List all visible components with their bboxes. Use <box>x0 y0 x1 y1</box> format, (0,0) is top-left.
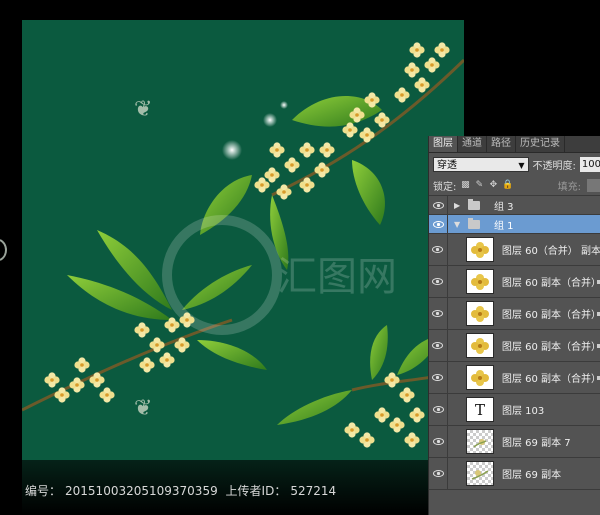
layer-name: 组 3 <box>494 201 514 213</box>
layer-thumbnail <box>466 461 494 486</box>
layer-name: 图层 103 <box>502 406 545 417</box>
folder-icon <box>468 217 480 229</box>
lock-label: 锁定: <box>433 181 457 193</box>
layer-name: 图层 69 副本 7 <box>502 438 571 449</box>
tab-history[interactable]: 历史记录 <box>516 136 565 152</box>
layer-thumbnail <box>465 333 494 358</box>
panel-tabs: 图层 通道 路径 历史记录 <box>429 136 600 153</box>
layer-row[interactable]: 图层 69 副本 <box>429 458 600 490</box>
layer-row[interactable]: 图层 60 副本（合并） <box>429 330 600 362</box>
layer-group-3[interactable]: ▶ 组 3 <box>429 196 600 215</box>
layer-name: 图层 69 副本 <box>502 470 562 481</box>
tab-paths[interactable]: 路径 <box>487 136 516 152</box>
lock-brush-icon[interactable]: ✎ <box>474 180 484 190</box>
layer-group-1[interactable]: ▼ 组 1 <box>429 215 600 234</box>
layer-thumbnail <box>465 365 494 390</box>
layer-thumbnail <box>465 269 494 294</box>
fill-label: 填充: <box>557 181 581 193</box>
layer-name: 图层 60（合并） 副本 <box>501 246 600 257</box>
layer-row[interactable]: 图层 60 副本（合并） <box>429 298 600 330</box>
lock-all-icon[interactable]: 🔒 <box>502 180 513 190</box>
tab-layers[interactable]: 图层 <box>429 136 458 152</box>
visibility-eye-icon[interactable] <box>429 458 448 489</box>
blend-mode-select[interactable]: 穿透 ▼ <box>433 156 529 172</box>
expanded-arrow-icon[interactable]: ▼ <box>454 220 462 229</box>
layer-thumbnail <box>466 429 494 454</box>
layer-row[interactable]: 图层 60 副本（合并） <box>429 362 600 394</box>
layer-name: 图层 60 副本（合并） <box>501 310 600 321</box>
dropdown-arrow-icon: ▼ <box>518 160 525 170</box>
layer-name: 图层 60 副本（合并） <box>501 278 600 289</box>
layer-row[interactable]: 图层 60 副本（合并） <box>429 266 600 298</box>
image-caption: 编号： 20151003205109370359 上传者ID： 527214 <box>25 482 340 499</box>
opacity-input[interactable]: 100 <box>579 156 600 172</box>
osmanthus-illustration: 汇图网 ❦ ❦ <box>22 42 464 448</box>
visibility-eye-icon[interactable] <box>429 196 448 214</box>
tab-channels[interactable]: 通道 <box>458 136 487 152</box>
lock-transparency-icon[interactable]: ▩ <box>460 180 470 190</box>
layer-name: 图层 60 副本（合并） <box>501 342 600 353</box>
blend-row: 穿透 ▼ 不透明度: 100 <box>429 153 600 175</box>
visibility-eye-icon[interactable] <box>429 426 448 457</box>
opacity-label: 不透明度: <box>532 160 576 172</box>
lock-move-icon[interactable]: ✥ <box>488 180 498 190</box>
folder-icon <box>468 198 480 210</box>
layer-row[interactable]: 图层 60（合并） 副本 <box>429 234 600 266</box>
visibility-eye-icon[interactable] <box>429 330 448 361</box>
caption-uploader-label: 上传者ID： <box>225 484 287 498</box>
layer-name: 图层 60 副本（合并） <box>501 374 600 385</box>
visibility-eye-icon[interactable] <box>429 362 448 393</box>
visibility-eye-icon[interactable] <box>429 394 448 425</box>
left-edge-ornament <box>0 238 8 262</box>
collapsed-arrow-icon[interactable]: ▶ <box>454 201 462 210</box>
layers-panel: 图层 通道 路径 历史记录 穿透 ▼ 不透明度: 100 锁定: ▩ ✎ ✥ 🔒… <box>428 136 600 515</box>
svg-text:❦: ❦ <box>134 396 152 421</box>
caption-id-value: 20151003205109370359 <box>65 484 218 498</box>
caption-uploader-value: 527214 <box>290 484 337 498</box>
layer-list: ▶ 组 3 ▼ 组 1 图层 60（合并） 副本 图层 60 副本（合并） 图层… <box>429 196 600 490</box>
svg-text:❦: ❦ <box>134 97 152 122</box>
visibility-eye-icon[interactable] <box>429 298 448 329</box>
lock-row: 锁定: ▩ ✎ ✥ 🔒 填充: <box>429 175 600 196</box>
layer-row[interactable]: 图层 69 副本 7 <box>429 426 600 458</box>
layer-row-text[interactable]: T 图层 103 <box>429 394 600 426</box>
text-layer-icon: T <box>466 397 494 422</box>
visibility-eye-icon[interactable] <box>429 215 448 233</box>
svg-text:汇图网: 汇图网 <box>277 254 397 300</box>
layer-thumbnail <box>465 301 494 326</box>
layer-name: 组 1 <box>494 220 514 232</box>
visibility-eye-icon[interactable] <box>429 266 448 297</box>
fill-input[interactable] <box>587 178 600 192</box>
visibility-eye-icon[interactable] <box>429 234 448 265</box>
caption-id-label: 编号： <box>25 484 62 498</box>
layer-thumbnail <box>465 237 494 262</box>
blend-mode-value: 穿透 <box>437 159 457 171</box>
artwork-canvas: 汇图网 ❦ ❦ <box>22 20 464 460</box>
